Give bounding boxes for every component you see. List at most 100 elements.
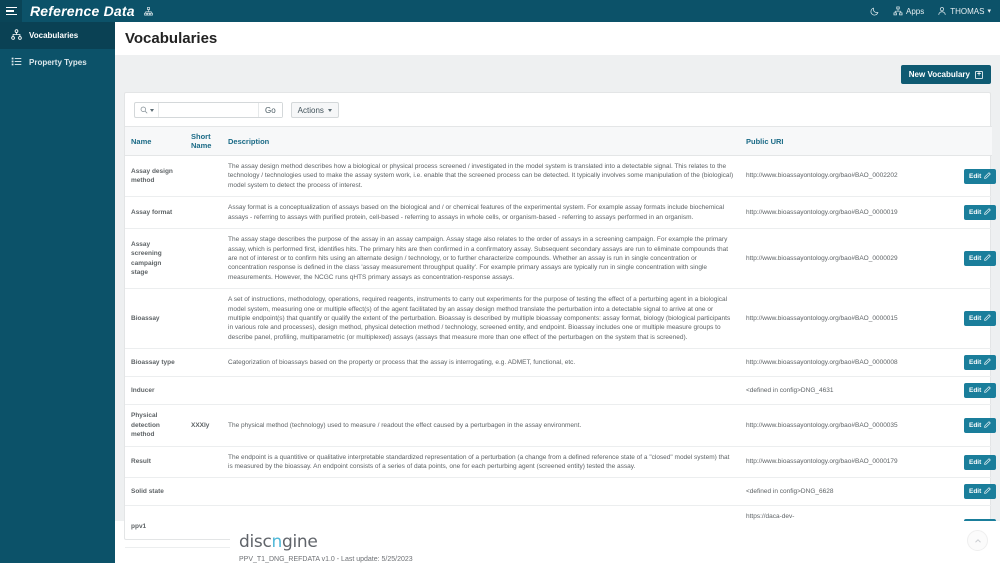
cell-short-name: XXXIy	[185, 404, 222, 447]
cell-name[interactable]: Assay screening campaign stage	[125, 228, 185, 290]
edit-button[interactable]: Edit	[964, 168, 997, 184]
edit-button-label: Edit	[969, 458, 982, 466]
table-body: Assay design method The assay design meth…	[125, 155, 997, 563]
cell-name[interactable]: Result	[125, 446, 185, 479]
vocabularies-table: Name Short Name Description Public URI As…	[125, 126, 997, 563]
edit-button-label: Edit	[969, 209, 982, 217]
chevron-down-icon	[327, 108, 332, 112]
cell-description: The physical method (technology) used to…	[222, 404, 740, 447]
sidebar-item-property-types[interactable]: Property Types	[0, 49, 115, 76]
apps-menu[interactable]: Apps	[893, 6, 924, 16]
edit-button-label: Edit	[969, 359, 982, 367]
search-input[interactable]	[159, 103, 258, 117]
cell-actions: Edit	[958, 228, 997, 290]
cell-actions: Edit	[958, 155, 997, 198]
edit-button-label: Edit	[969, 255, 982, 263]
cell-description: Assay format is a conceptualization of a…	[222, 196, 740, 230]
cell-name[interactable]: Bioassay type	[125, 348, 185, 378]
actions-button[interactable]: Actions	[290, 102, 339, 118]
cell-description: A set of instructions, methodology, oper…	[222, 288, 740, 350]
pencil-icon	[984, 208, 992, 217]
edit-button[interactable]: Edit	[964, 311, 997, 327]
edit-button[interactable]: Edit	[964, 383, 997, 399]
cell-short-name	[185, 477, 222, 507]
cell-description: The assay stage describes the purpose of…	[222, 228, 740, 290]
column-header-actions	[958, 126, 992, 156]
cell-name[interactable]: Assay format	[125, 196, 185, 230]
pencil-icon	[984, 457, 992, 467]
user-label: THOMAS	[950, 6, 985, 16]
sidebar-navigation: Vocabularies Property Types	[0, 22, 115, 563]
discngine-logo: discngine	[239, 534, 1000, 551]
cell-short-name	[185, 348, 222, 378]
cell-name[interactable]: ppv2	[125, 547, 185, 563]
cell-name[interactable]: Physical detection method	[125, 404, 185, 447]
plus-icon: +	[975, 70, 983, 79]
cell-name[interactable]: Inducer	[125, 376, 185, 406]
cell-description: The assay design method describes how a …	[222, 155, 740, 198]
edit-button-label: Edit	[969, 315, 982, 323]
cell-short-name: p2	[185, 547, 222, 563]
logo-part-2: gine	[282, 532, 318, 552]
new-vocabulary-button[interactable]: New Vocabulary +	[900, 65, 991, 84]
logo-part-1: disc	[239, 532, 272, 552]
new-vocabulary-label: New Vocabulary	[908, 70, 970, 79]
report-toolbar: Go Actions	[125, 93, 990, 126]
column-header-public-uri[interactable]: Public URI	[740, 126, 958, 156]
cell-public-uri: <defined in config>DNG_4631	[740, 376, 958, 406]
cell-description: Categorization of bioassays based on the…	[222, 348, 740, 378]
cell-name[interactable]: Assay design method	[125, 155, 185, 198]
page-header: Vocabularies	[115, 22, 1000, 55]
column-header-name[interactable]: Name	[125, 126, 185, 156]
cell-name[interactable]: ppv1	[125, 505, 185, 548]
hamburger-icon[interactable]	[0, 0, 22, 22]
cell-public-uri: http://www.bioassayontology.org/bao#BAO_…	[740, 446, 958, 479]
column-header-description[interactable]: Description	[222, 126, 740, 156]
cell-name[interactable]: Bioassay	[125, 288, 185, 350]
sidebar-item-label: Vocabularies	[29, 31, 79, 40]
edit-button[interactable]: Edit	[964, 417, 997, 433]
edit-button-label: Edit	[969, 387, 982, 395]
sitemap-icon	[11, 29, 22, 42]
cell-description	[222, 376, 740, 406]
pencil-icon	[984, 386, 992, 395]
cell-actions: Edit	[958, 404, 997, 447]
edit-button-label: Edit	[969, 488, 982, 496]
user-menu[interactable]: THOMAS ▾	[937, 6, 991, 16]
chevron-up-icon	[974, 532, 982, 550]
actions-label: Actions	[297, 105, 324, 115]
app-brand[interactable]: Reference Data	[30, 3, 153, 19]
pencil-icon	[984, 254, 992, 263]
top-bar-actions: Apps THOMAS ▾	[870, 6, 1000, 16]
edit-button[interactable]: Edit	[964, 484, 997, 500]
table-row: Inducer <defined in config>DNG_4631 Edit	[125, 376, 997, 406]
table-row: Solid state <defined in config>DNG_6628 Ed…	[125, 477, 997, 507]
edit-button[interactable]: Edit	[964, 205, 997, 221]
edit-button[interactable]: Edit	[964, 355, 997, 371]
moon-icon[interactable]	[870, 6, 880, 16]
apps-icon	[893, 6, 903, 16]
cell-short-name	[185, 196, 222, 230]
sidebar-item-vocabularies[interactable]: Vocabularies	[0, 22, 115, 49]
column-header-short-name[interactable]: Short Name	[185, 126, 222, 156]
pencil-icon	[984, 314, 992, 323]
cell-short-name	[185, 376, 222, 406]
search-icon[interactable]	[135, 103, 159, 117]
edit-button[interactable]: Edit	[964, 251, 997, 267]
cell-public-uri: http://www.bioassayontology.org/bao#BAO_…	[740, 404, 958, 447]
cell-short-name	[185, 155, 222, 198]
table-row: Assay format Assay format is a conceptual…	[125, 196, 997, 230]
page-footer: discngine PPV_T1_DNG_REFDATA v1.0 - Last…	[230, 521, 1000, 563]
search-go-button[interactable]: Go	[258, 103, 282, 117]
cell-actions: Edit	[958, 376, 997, 406]
cell-name[interactable]: Solid state	[125, 477, 185, 507]
sitemap-icon	[144, 7, 153, 19]
search-bar: Go	[134, 102, 283, 118]
cell-actions: Edit	[958, 477, 997, 507]
scroll-to-top-button[interactable]	[967, 530, 988, 551]
cell-description: The endpoint is a quantitive or qualitat…	[222, 446, 740, 479]
cell-public-uri: http://www.bioassayontology.org/bao#BAO_…	[740, 228, 958, 290]
edit-button[interactable]: Edit	[964, 454, 997, 470]
content-area: New Vocabulary + Go Actions Name Short N…	[115, 55, 1000, 563]
edit-button-label: Edit	[969, 421, 982, 429]
